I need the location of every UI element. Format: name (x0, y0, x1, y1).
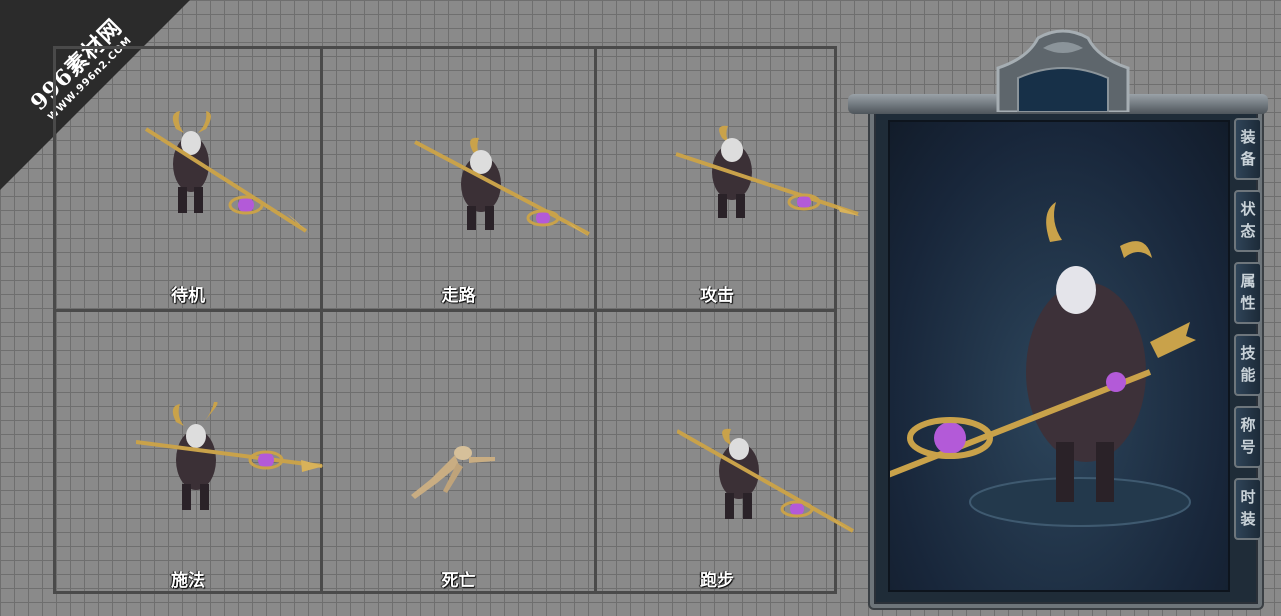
panel-crest-ornament (996, 29, 1130, 112)
character-panel: 装备 状态 属性 技能 称号 时装 (848, 29, 1268, 608)
character-preview (868, 120, 1230, 592)
cell-death[interactable]: 死亡 (323, 312, 594, 594)
side-tabs: 装备 状态 属性 技能 称号 时装 (1234, 118, 1264, 550)
run-sprite (677, 428, 855, 533)
cell-label: 攻击 (700, 286, 734, 306)
cell-cast[interactable]: 施法 (56, 312, 324, 594)
cell-walk[interactable]: 走路 (323, 49, 594, 309)
animation-grid: 待机 走路 攻击 施法 死亡 跑步 (53, 46, 860, 594)
attack-sprite (675, 125, 860, 218)
tab-skills[interactable]: 技能 (1234, 334, 1262, 396)
tab-attributes[interactable]: 属性 (1234, 262, 1262, 324)
cell-run[interactable]: 跑步 (597, 312, 855, 594)
cell-idle[interactable]: 待机 (56, 49, 320, 309)
cell-label: 施法 (171, 571, 205, 591)
character-model (868, 202, 1196, 527)
cell-label: 跑步 (700, 571, 734, 591)
cast-sprite (136, 402, 324, 510)
cell-label: 走路 (441, 286, 476, 306)
tab-titles[interactable]: 称号 (1234, 406, 1262, 468)
cell-attack[interactable]: 攻击 (597, 49, 860, 309)
cell-label: 死亡 (441, 571, 476, 591)
tab-status[interactable]: 状态 (1234, 190, 1262, 252)
tab-equipment[interactable]: 装备 (1234, 118, 1262, 180)
walk-sprite (414, 137, 591, 238)
death-sprite (411, 446, 495, 499)
tab-fashion[interactable]: 时装 (1234, 478, 1262, 540)
idle-sprite (144, 111, 311, 235)
cell-label: 待机 (171, 286, 205, 306)
